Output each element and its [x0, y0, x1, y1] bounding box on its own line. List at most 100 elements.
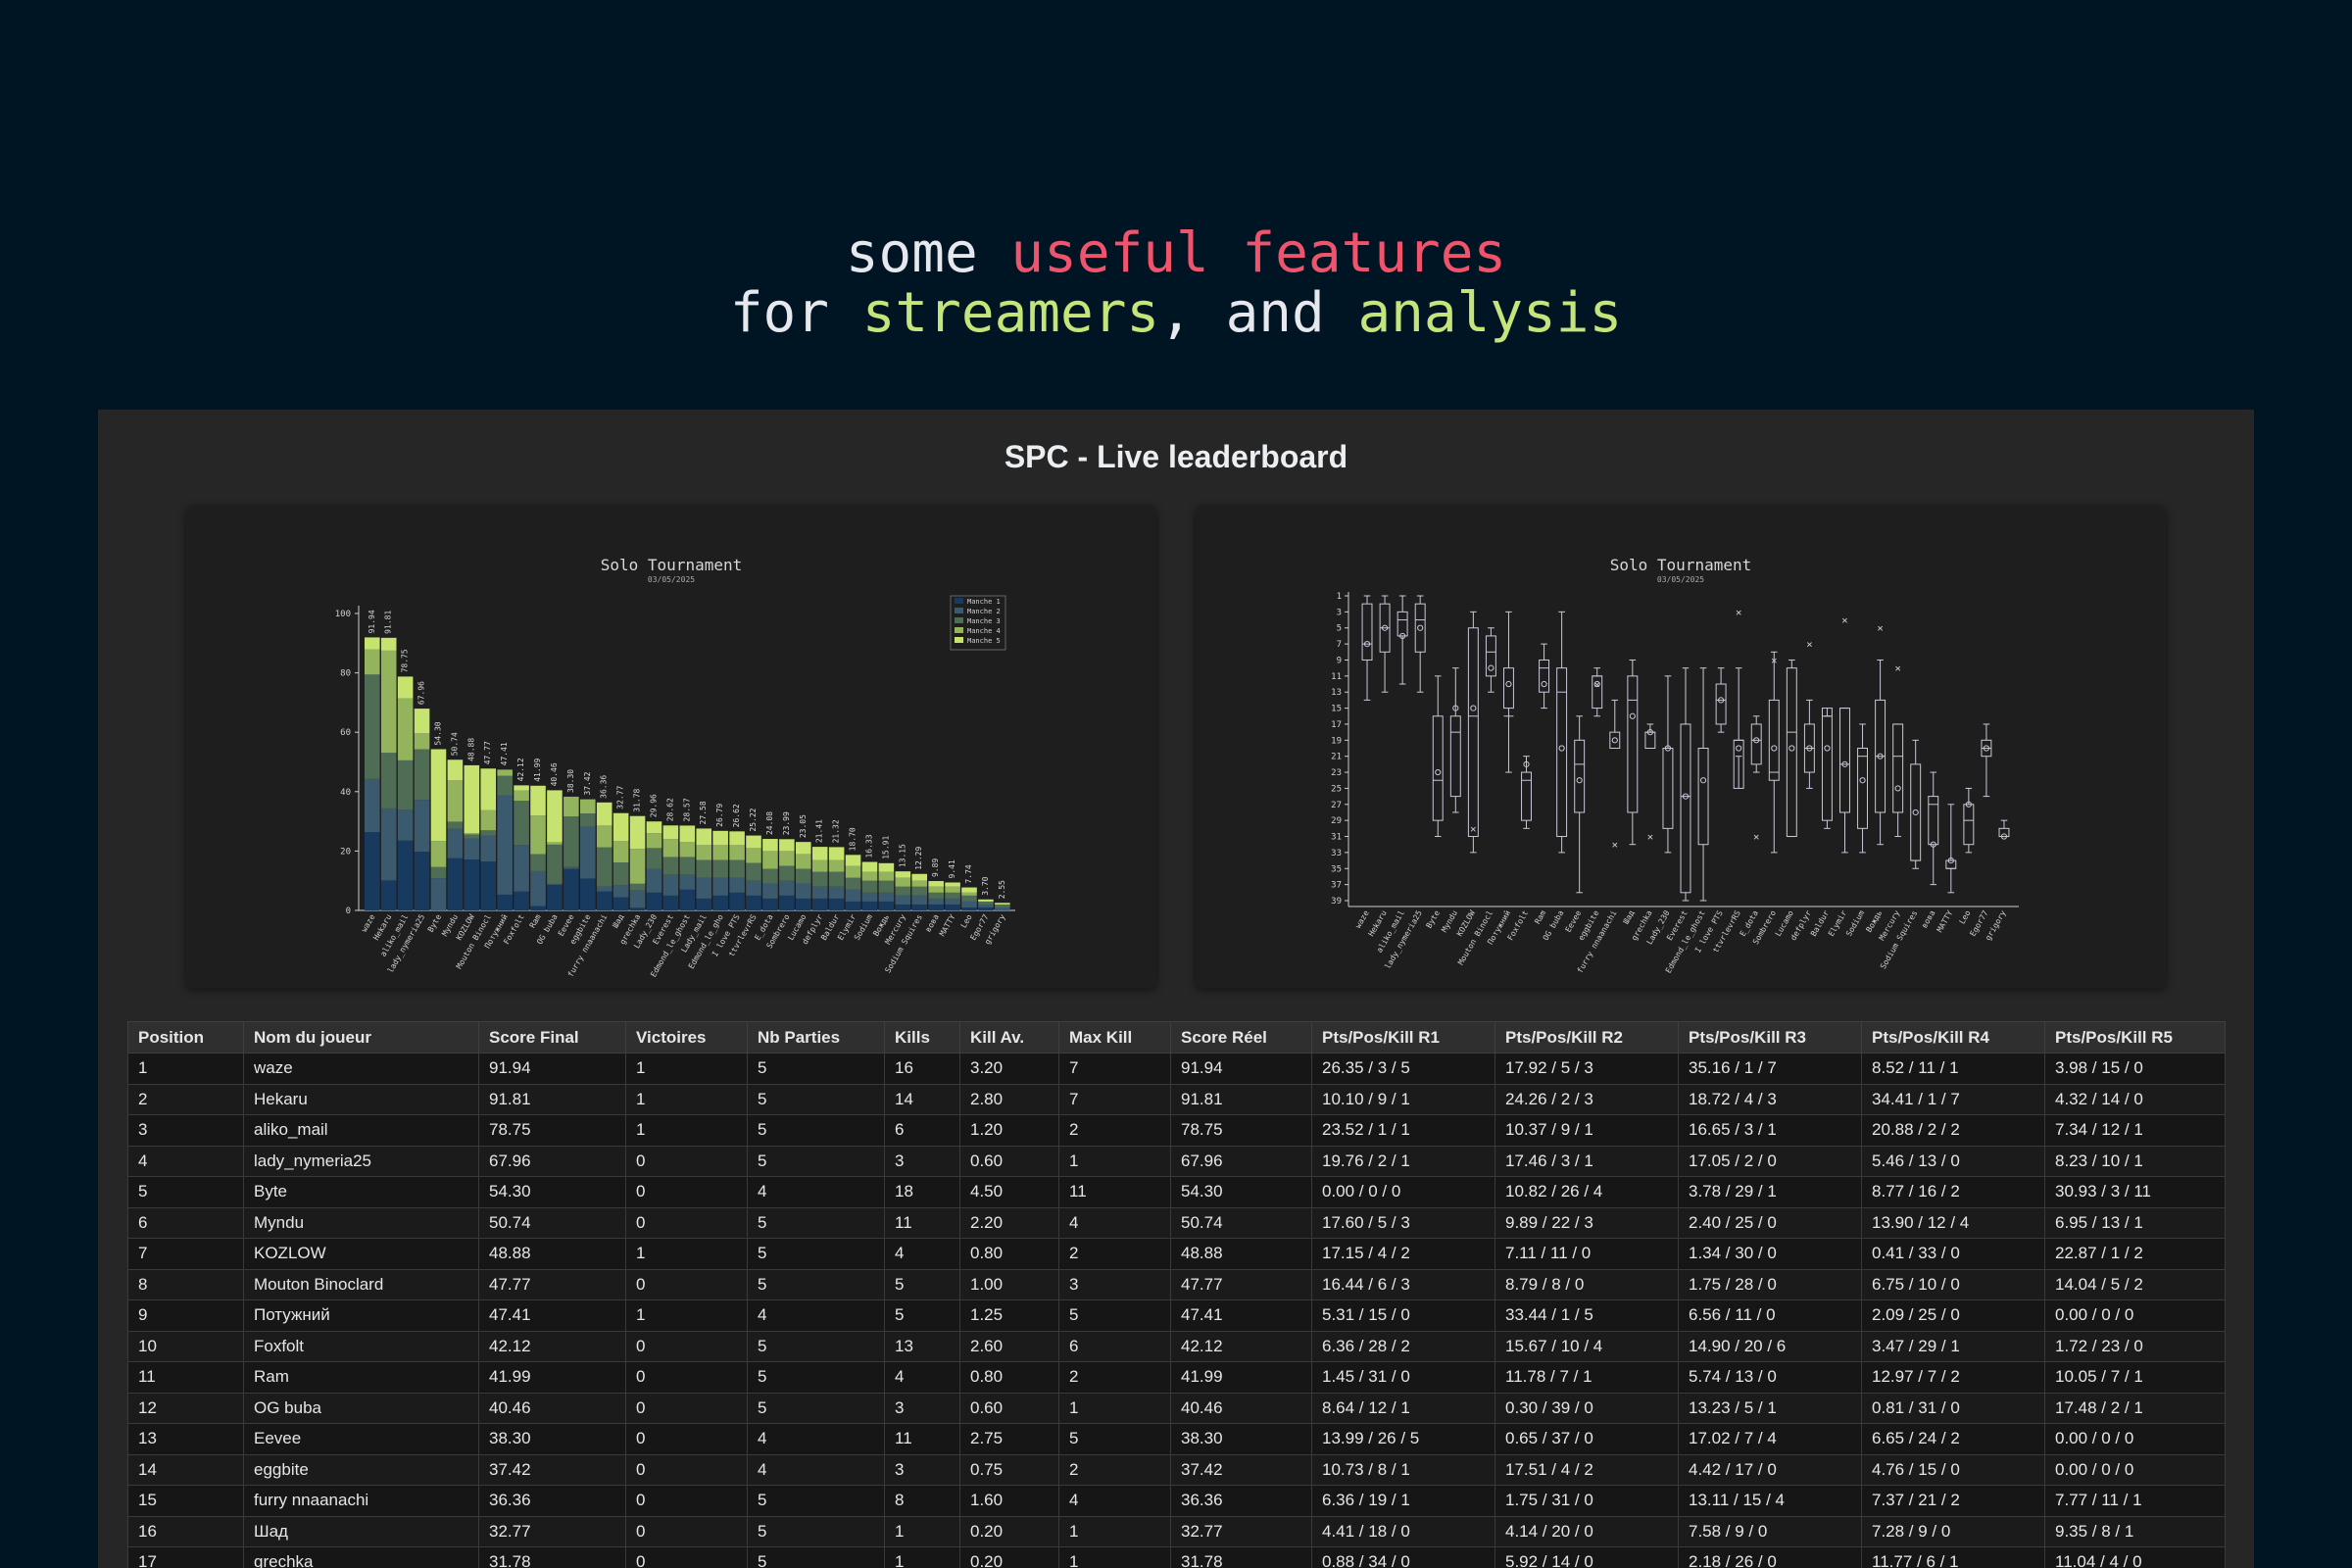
- table-cell: 2: [1058, 1361, 1171, 1394]
- bar-segment: [811, 886, 828, 899]
- y-tick-label: 11: [1331, 672, 1342, 682]
- x-tick-label: Шад: [611, 912, 625, 929]
- box-group: [1574, 715, 1586, 894]
- chart-subtitle: 03/05/2025: [1657, 575, 1704, 584]
- box: [1857, 748, 1869, 829]
- table-cell: 6.56 / 11 / 0: [1678, 1299, 1862, 1332]
- y-tick-label: 17: [1331, 720, 1342, 730]
- column-header[interactable]: Kills: [884, 1021, 960, 1054]
- bar-segment: [497, 775, 513, 796]
- bar-value-label: 54.30: [433, 721, 442, 745]
- box-group: [1396, 595, 1408, 685]
- bar-segment: [746, 880, 761, 896]
- outlier-marker: ×: [1753, 831, 1760, 844]
- bar-segment: [746, 835, 761, 849]
- bar-segment: [414, 709, 430, 734]
- table-cell: Byte: [243, 1176, 479, 1208]
- bar-segment: [679, 874, 696, 890]
- y-tick-label: 23: [1331, 768, 1342, 778]
- bar-value-label: 13.15: [898, 844, 906, 867]
- table-row: 1 waze 91.94 1 5 16 3.20 7 91.94 26.35 / 3 / 5 17.…: [127, 1053, 2226, 1085]
- table-row: 4 lady_nymeria25 67.96 0 5 3 0.60 1 67.96 19.76 /…: [127, 1145, 2226, 1177]
- table-cell: 17.92 / 5 / 3: [1494, 1053, 1679, 1085]
- box: [1945, 859, 1957, 869]
- box-group: [1892, 723, 1904, 838]
- bar-segment: [612, 897, 629, 910]
- hero-line2-segment: for: [729, 281, 862, 345]
- table-cell: 0.00 / 0 / 0: [2044, 1423, 2226, 1455]
- box: [1432, 715, 1444, 821]
- table-cell: 11: [1058, 1176, 1171, 1208]
- bar-segment: [480, 830, 497, 836]
- bar-segment: [746, 895, 761, 910]
- stacked-bar-chart: Solo Tournament03/05/2025 0 20 40 60 80 100 91.…: [335, 556, 1015, 979]
- bar-segment: [662, 825, 679, 840]
- bar-segment: [447, 780, 464, 822]
- table-row: 2 Hekaru 91.81 1 5 14 2.80 7 91.81 10.10 / 9 / 12…: [127, 1083, 2226, 1115]
- bar-segment: [530, 870, 546, 906]
- column-header[interactable]: Pts/Pos/Kill R2: [1494, 1021, 1679, 1054]
- table-cell: furry nnaanachi: [243, 1485, 479, 1517]
- bar-segment: [895, 895, 911, 905]
- bar-segment: [796, 883, 811, 899]
- column-header[interactable]: Nb Parties: [747, 1021, 885, 1054]
- table-cell: 17.51 / 4 / 2: [1494, 1453, 1679, 1486]
- column-header[interactable]: Kill Av.: [959, 1021, 1059, 1054]
- column-header[interactable]: Nom du joueur: [243, 1021, 479, 1054]
- table-cell: 9: [127, 1299, 244, 1332]
- box-group: [1945, 804, 1957, 894]
- bar-segment: [662, 857, 679, 875]
- table-cell: 6: [127, 1206, 244, 1239]
- table-cell: 6.95 / 13 / 1: [2044, 1206, 2226, 1239]
- table-cell: 6.36 / 19 / 1: [1311, 1485, 1495, 1517]
- table-cell: 13.90 / 12 / 4: [1861, 1206, 2045, 1239]
- box: [1697, 748, 1709, 846]
- bar-segment: [961, 895, 977, 902]
- column-header[interactable]: Pts/Pos/Kill R3: [1678, 1021, 1862, 1054]
- bar-value-label: 31.78: [633, 788, 642, 811]
- chart-legend: Manche 1 Manche 2 Manche 3 Manche 4 Manche 5: [950, 595, 1006, 651]
- box-group: [1414, 595, 1426, 693]
- bar-segment: [861, 880, 878, 893]
- bar-segment: [995, 906, 1010, 910]
- bar-segment: [564, 816, 579, 867]
- table-cell: 0.20: [959, 1515, 1059, 1547]
- table-cell: 31.78: [478, 1546, 626, 1568]
- table-cell: 78.75: [1170, 1114, 1312, 1147]
- legend-swatch: [955, 617, 963, 623]
- table-row: 17 grechka 31.78 0 5 1 0.20 1 31.78 0.88 / 34 / 0…: [127, 1546, 2226, 1568]
- column-header[interactable]: Pts/Pos/Kill R5: [2044, 1021, 2226, 1054]
- table-cell: 5: [747, 1053, 885, 1085]
- y-tick-label: 60: [340, 728, 351, 738]
- table-cell: 5: [747, 1268, 885, 1300]
- bar-segment: [514, 785, 529, 791]
- y-tick-label: 21: [1331, 753, 1342, 762]
- box-group: [1821, 708, 1833, 829]
- bar-segment: [596, 825, 612, 848]
- table-cell: 1.72 / 23 / 0: [2044, 1330, 2226, 1362]
- table-cell: 47.41: [1170, 1299, 1312, 1332]
- hero-line2-segment: , and: [1159, 281, 1358, 345]
- column-header[interactable]: Max Kill: [1058, 1021, 1171, 1054]
- bar-segment: [961, 887, 977, 893]
- column-header[interactable]: Victoires: [625, 1021, 748, 1054]
- table-cell: 0.81 / 31 / 0: [1861, 1392, 2045, 1424]
- bar-value-label: 23.05: [799, 814, 808, 838]
- table-cell: Eevee: [243, 1423, 479, 1455]
- table-cell: 14: [127, 1453, 244, 1486]
- bar-segment: [729, 877, 745, 893]
- box-group: [1449, 667, 1461, 813]
- table-cell: 17.60 / 5 / 3: [1311, 1206, 1495, 1239]
- column-header[interactable]: Score Réel: [1170, 1021, 1312, 1054]
- bar-segment: [961, 892, 977, 896]
- column-header[interactable]: Position: [127, 1021, 244, 1054]
- column-header[interactable]: Score Final: [478, 1021, 626, 1054]
- column-header[interactable]: Pts/Pos/Kill R1: [1311, 1021, 1495, 1054]
- table-cell: 3.47 / 29 / 1: [1861, 1330, 2045, 1362]
- box: [1768, 699, 1780, 781]
- x-tick-label: Byte: [426, 912, 444, 933]
- table-cell: 5: [884, 1299, 960, 1332]
- column-header[interactable]: Pts/Pos/Kill R4: [1861, 1021, 2045, 1054]
- table-cell: 3: [884, 1145, 960, 1177]
- table-cell: 48.88: [478, 1238, 626, 1270]
